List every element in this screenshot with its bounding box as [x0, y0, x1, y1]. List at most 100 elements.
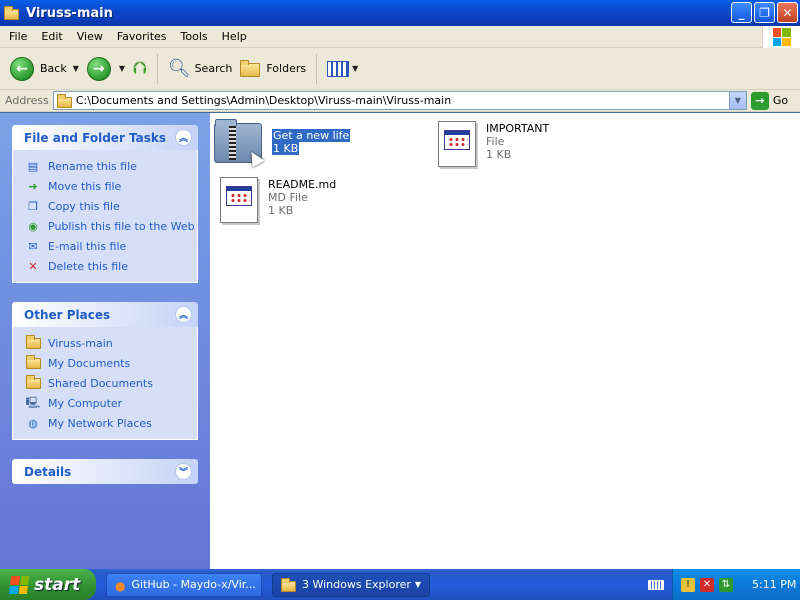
- search-button[interactable]: 🔍︎ Search: [164, 52, 237, 86]
- place-my-documents[interactable]: My Documents: [25, 353, 197, 373]
- toolbar-divider: [316, 53, 318, 84]
- address-dropdown-button[interactable]: ▼: [728, 92, 746, 109]
- task-label: Rename this file: [48, 159, 137, 173]
- file-size: 1 KB: [486, 148, 512, 161]
- task-rename-file[interactable]: ▤ Rename this file: [25, 156, 197, 176]
- folders-button[interactable]: Folders: [236, 52, 310, 86]
- task-copy-file[interactable]: ❐ Copy this file: [25, 196, 197, 216]
- menu-favorites[interactable]: Favorites: [110, 30, 174, 43]
- security-shield-icon[interactable]: !: [681, 577, 695, 592]
- clock: 5:11 PM: [752, 578, 797, 591]
- taskbar-item-windows-explorer[interactable]: 3 Windows Explorer ▼: [272, 572, 430, 597]
- menu-tools[interactable]: Tools: [174, 30, 215, 43]
- other-places-panel: Other Places ︽ Viruss-main My Documents …: [12, 302, 198, 440]
- file-folder-tasks-panel: File and Folder Tasks ︽ ▤ Rename this fi…: [12, 125, 198, 283]
- window-title: Viruss-main: [26, 5, 113, 21]
- chevron-down-icon[interactable]: ▼: [73, 64, 79, 73]
- file-name: README.md: [268, 178, 337, 191]
- file-size: 1 KB: [272, 142, 300, 155]
- firefox-icon: ●: [115, 578, 126, 593]
- zip-folder-icon: [214, 119, 265, 168]
- place-viruss-main[interactable]: Viruss-main: [25, 333, 197, 353]
- place-shared-documents[interactable]: Shared Documents: [25, 373, 197, 393]
- search-label: Search: [194, 62, 233, 75]
- collapse-icon[interactable]: ︽: [175, 129, 192, 146]
- menu-view[interactable]: View: [70, 30, 110, 43]
- taskbar-item-github[interactable]: ● GitHub - Maydo-x/Vir...: [106, 572, 262, 597]
- address-field[interactable]: C:\Documents and Settings\Admin\Desktop\…: [52, 91, 747, 110]
- file-list-view[interactable]: Get a new life 1 KB IMPORTANT File 1 KB …: [210, 113, 800, 569]
- menu-edit[interactable]: Edit: [34, 30, 69, 43]
- chevron-down-icon[interactable]: ▼: [415, 580, 421, 589]
- place-network-places[interactable]: ◍ My Network Places: [25, 413, 197, 433]
- email-icon: ✉: [28, 239, 38, 253]
- views-icon: [327, 60, 350, 77]
- address-bar: Address C:\Documents and Settings\Admin\…: [0, 90, 800, 112]
- file-type: File: [486, 135, 505, 148]
- forward-arrow-icon: →: [86, 56, 111, 81]
- publish-web-icon: ◉: [28, 219, 38, 233]
- task-delete-file[interactable]: ✕ Delete this file: [25, 256, 197, 276]
- file-item-get-a-new-life[interactable]: Get a new life 1 KB: [214, 119, 351, 168]
- forward-button[interactable]: → ▼: [83, 52, 129, 86]
- taskbar: start ● GitHub - Maydo-x/Vir... 3 Window…: [0, 569, 800, 600]
- back-arrow-icon: ←: [10, 56, 34, 81]
- network-icon[interactable]: ⇅: [719, 577, 733, 592]
- expand-icon[interactable]: ︾: [175, 463, 192, 480]
- folders-icon: [240, 60, 261, 77]
- file-item-readme[interactable]: README.md MD File 1 KB: [220, 177, 336, 225]
- details-header[interactable]: Details ︾: [12, 459, 198, 484]
- security-alert-icon[interactable]: ✕: [700, 577, 714, 592]
- copy-icon: ❐: [28, 199, 38, 213]
- task-publish-web[interactable]: ◉ Publish this file to the Web: [25, 216, 197, 236]
- place-label: My Network Places: [48, 416, 152, 430]
- menu-file[interactable]: File: [0, 30, 34, 43]
- menu-help[interactable]: Help: [215, 30, 254, 43]
- file-folder-tasks-header[interactable]: File and Folder Tasks ︽: [12, 125, 198, 150]
- collapse-icon[interactable]: ︽: [175, 306, 192, 323]
- my-computer-icon: 🖳: [25, 395, 41, 409]
- folder-icon: [281, 577, 296, 592]
- rename-icon: ▤: [27, 159, 39, 173]
- folder-icon: [4, 6, 20, 20]
- go-label: Go: [772, 94, 789, 107]
- folders-label: Folders: [266, 62, 307, 75]
- details-panel: Details ︾: [12, 459, 198, 484]
- chevron-down-icon[interactable]: ▼: [352, 64, 358, 73]
- shared-documents-icon: [25, 374, 41, 391]
- place-my-computer[interactable]: 🖳 My Computer: [25, 393, 197, 413]
- task-label: Copy this file: [48, 199, 120, 213]
- menu-bar: File Edit View Favorites Tools Help: [0, 26, 800, 48]
- close-icon: ✕: [782, 5, 793, 20]
- task-pane: File and Folder Tasks ︽ ▤ Rename this fi…: [0, 113, 210, 569]
- toolbar: ← Back ▼ → ▼ ⮉ 🔍︎ Search Folders ▼: [0, 48, 800, 90]
- go-button[interactable]: → Go: [750, 91, 789, 110]
- file-item-important[interactable]: IMPORTANT File 1 KB: [438, 121, 549, 169]
- taskbar-item-label: GitHub - Maydo-x/Vir...: [131, 578, 256, 591]
- chevron-down-icon[interactable]: ▼: [119, 64, 125, 73]
- delete-icon: ✕: [28, 259, 38, 273]
- maximize-button[interactable]: ❐: [754, 2, 775, 23]
- back-label: Back: [40, 62, 67, 75]
- document-icon: [438, 121, 478, 169]
- address-label: Address: [5, 94, 49, 107]
- keyboard-icon[interactable]: [648, 579, 664, 590]
- other-places-header[interactable]: Other Places ︽: [12, 302, 198, 327]
- start-button[interactable]: start: [0, 569, 96, 600]
- place-label: Shared Documents: [48, 376, 153, 390]
- task-label: Move this file: [48, 179, 122, 193]
- folder-icon: [56, 93, 72, 108]
- up-folder-button[interactable]: ⮉: [129, 52, 151, 86]
- task-move-file[interactable]: ➜ Move this file: [25, 176, 197, 196]
- close-button[interactable]: ✕: [777, 2, 798, 23]
- minimize-button[interactable]: _: [731, 2, 752, 23]
- start-label: start: [34, 574, 81, 595]
- back-button[interactable]: ← Back ▼: [6, 52, 83, 86]
- chevron-down-icon: ▼: [734, 96, 741, 105]
- task-email-file[interactable]: ✉ E-mail this file: [25, 236, 197, 256]
- windows-logo-icon: [762, 26, 800, 48]
- task-label: Delete this file: [48, 259, 128, 273]
- minimize-icon: _: [738, 5, 745, 20]
- views-button[interactable]: ▼: [323, 52, 362, 86]
- title-bar[interactable]: Viruss-main _ ❐ ✕: [0, 0, 800, 26]
